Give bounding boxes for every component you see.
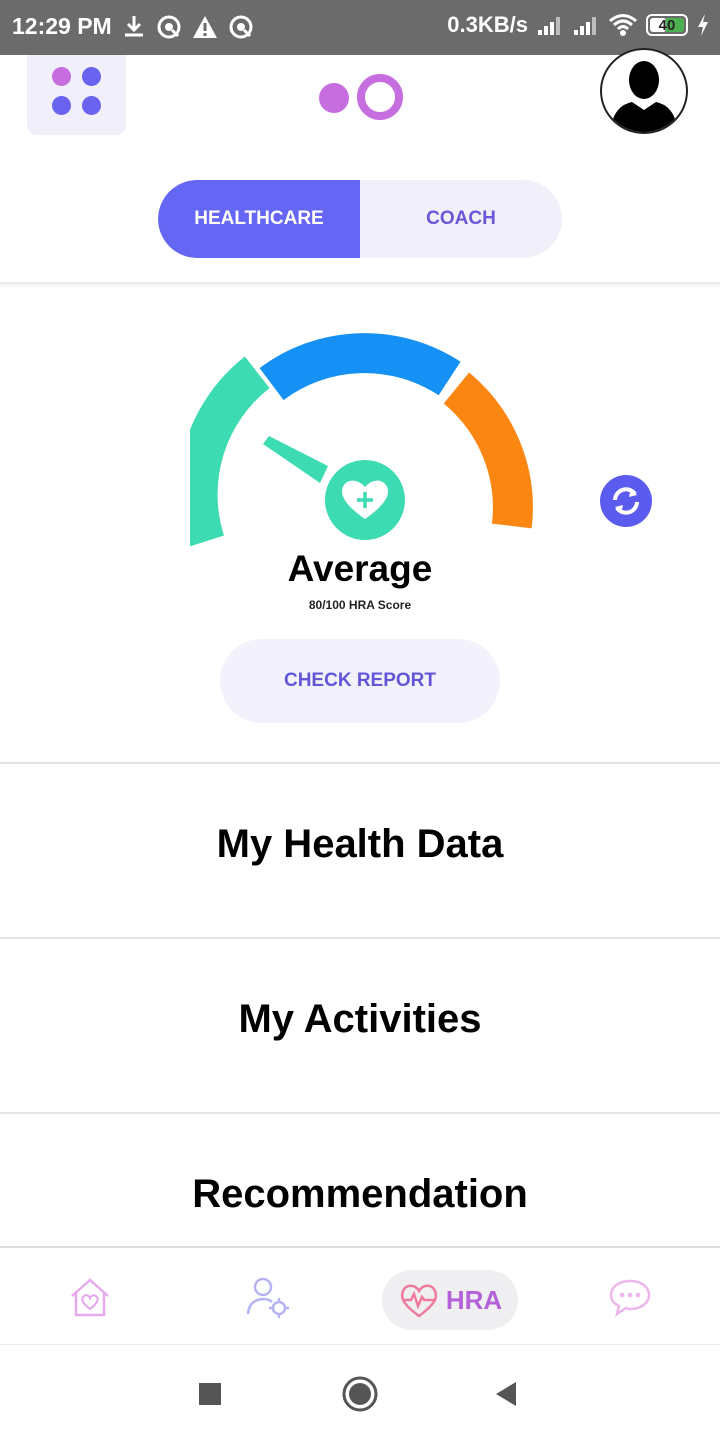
divider bbox=[0, 1112, 720, 1114]
recommendation-link[interactable]: Recommendation bbox=[0, 1172, 720, 1217]
hra-score-gauge bbox=[190, 333, 533, 547]
user-settings-icon bbox=[246, 1277, 289, 1318]
refresh-icon[interactable] bbox=[600, 475, 652, 527]
wifi-icon bbox=[609, 14, 637, 36]
battery-icon: 40 bbox=[646, 14, 688, 36]
battery-level: 40 bbox=[658, 16, 676, 34]
system-navigation-bar bbox=[0, 1344, 720, 1440]
bottom-navigation: HRA bbox=[0, 1246, 720, 1344]
header-divider bbox=[0, 282, 720, 288]
signal-icon bbox=[574, 17, 596, 35]
app-logo bbox=[319, 74, 403, 120]
check-report-button[interactable]: CHECK REPORT bbox=[220, 639, 500, 723]
charging-icon bbox=[698, 14, 708, 36]
status-bar: 12:29 PM 0.3KB/s 40 bbox=[0, 0, 720, 55]
nav-chat[interactable] bbox=[590, 1248, 670, 1346]
gauge-segment-blue bbox=[259, 333, 461, 401]
tab-switcher: HEALTHCARE COACH bbox=[158, 180, 562, 258]
nav-home[interactable] bbox=[50, 1248, 130, 1346]
tab-coach[interactable]: COACH bbox=[360, 180, 562, 258]
nav-profile-settings[interactable] bbox=[228, 1248, 308, 1346]
home-heart-icon bbox=[71, 1278, 109, 1317]
download-icon bbox=[125, 16, 143, 37]
tab-healthcare[interactable]: HEALTHCARE bbox=[158, 180, 360, 258]
user-silhouette-icon bbox=[610, 61, 678, 132]
divider bbox=[0, 762, 720, 764]
my-activities-link[interactable]: My Activities bbox=[0, 997, 720, 1042]
network-speed: 0.3KB/s bbox=[447, 12, 528, 37]
profile-avatar[interactable] bbox=[600, 48, 688, 134]
home-button-icon[interactable] bbox=[341, 1375, 379, 1413]
gauge-segment-green bbox=[190, 356, 270, 547]
sync-icon bbox=[157, 15, 181, 39]
status-system-icons: 0.3KB/s 40 bbox=[447, 12, 710, 38]
signal-icon bbox=[538, 17, 560, 35]
grid-dots-icon[interactable] bbox=[27, 55, 126, 135]
score-subtitle: 80/100 HRA Score bbox=[308, 598, 412, 612]
nav-hra-label: HRA bbox=[445, 1284, 503, 1315]
back-button-icon[interactable] bbox=[494, 1381, 518, 1407]
nav-hra[interactable]: HRA bbox=[382, 1270, 518, 1330]
my-health-data-link[interactable]: My Health Data bbox=[0, 822, 720, 867]
sync-icon bbox=[229, 15, 253, 39]
alert-icon bbox=[193, 16, 217, 38]
heartbeat-icon bbox=[400, 1284, 437, 1318]
gauge-needle bbox=[263, 436, 328, 483]
status-time: 12:29 PM bbox=[12, 13, 112, 39]
status-notification-icons bbox=[122, 14, 254, 40]
chat-icon bbox=[609, 1279, 651, 1317]
divider bbox=[0, 937, 720, 939]
score-label: Average bbox=[287, 548, 433, 589]
gauge-segment-orange bbox=[443, 372, 533, 529]
recent-apps-icon[interactable] bbox=[198, 1382, 222, 1406]
